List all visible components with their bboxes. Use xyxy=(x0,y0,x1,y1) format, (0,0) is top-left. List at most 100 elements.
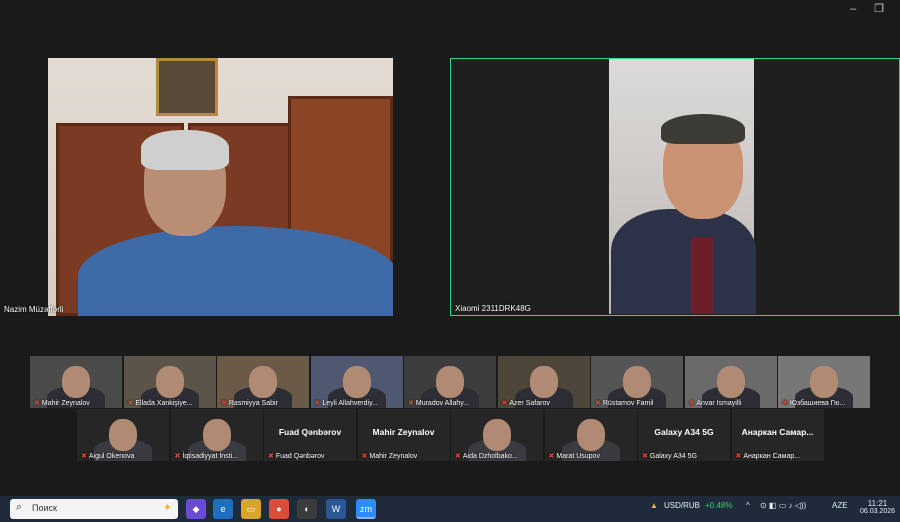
participant-tile[interactable]: ✖ Anvar Ismayilli xyxy=(684,356,777,408)
participant-tile[interactable]: ✖ Azer Safarov xyxy=(497,356,590,408)
participant-name-label: ✖ Aida Dzholbako... xyxy=(455,452,518,460)
participant-head xyxy=(436,366,464,398)
participant-head xyxy=(483,419,511,451)
participant-tile[interactable]: ✖ Mahir Zeynalov xyxy=(30,356,122,408)
participant-display-name: Fuad Qənbərov xyxy=(278,427,342,437)
chrome-icon[interactable]: ● xyxy=(269,499,289,519)
participant-tile[interactable]: Mahir Zeynalov ✖ Mahir Zeynalov xyxy=(357,409,450,461)
participant-name-label: ✖ Muradov Allahy... xyxy=(408,399,469,407)
zoom-meeting-window: – ❐ Nazim Müzəffərli Xiaomi 2311DRK48G ✖… xyxy=(0,0,900,496)
word-icon[interactable]: W xyxy=(326,499,346,519)
participant-tile[interactable]: ✖ Юзбашиева Гю... xyxy=(778,356,870,408)
edge-icon[interactable]: e xyxy=(213,499,233,519)
app-icon[interactable]: ◐ xyxy=(297,499,317,519)
participant-name: Mahir Zeynalov xyxy=(41,400,90,407)
participant-name: Aida Dzholbako... xyxy=(462,453,518,460)
mic-muted-icon: ✖ xyxy=(221,400,227,407)
participant-head xyxy=(109,419,137,451)
speaker-video-2[interactable]: Xiaomi 2311DRK48G xyxy=(450,58,900,316)
participant-name-label: ✖ Azer Safarov xyxy=(502,399,550,407)
minimize-icon[interactable]: – xyxy=(846,2,860,16)
participant-name: Marat Usupov xyxy=(556,453,600,460)
windows-taskbar: ⌕ Поиск ✦ ◆ e ▭ ● ◐ W zm ▲ USD/RUB +0.48… xyxy=(0,496,900,522)
title-bar: – ❐ xyxy=(0,0,900,18)
participant-name: Анаркан Самар... xyxy=(743,453,801,460)
taskbar-search[interactable]: ⌕ Поиск ✦ xyxy=(10,499,178,519)
copilot-icon[interactable]: ◆ xyxy=(186,499,206,519)
ticker-change: +0.48% xyxy=(705,501,733,510)
participant-name-label: ✖ Анаркан Самар... xyxy=(736,452,801,460)
speaker-video-1[interactable] xyxy=(48,58,393,316)
mic-muted-icon: ✖ xyxy=(127,400,134,407)
mic-muted-icon: ✖ xyxy=(735,453,742,460)
mic-muted-icon: ✖ xyxy=(314,400,321,407)
participant-name: Muradov Allahy... xyxy=(415,400,470,407)
participant-name-label: ✖ Anvar Ismayilli xyxy=(689,399,742,407)
speaker-tie xyxy=(691,237,713,314)
participant-tile[interactable]: ✖ İqtisadiyyat İnsti... xyxy=(170,409,263,461)
mic-muted-icon: ✖ xyxy=(361,453,368,460)
mic-muted-icon: ✖ xyxy=(688,400,695,407)
participant-display-name: Mahir Zeynalov xyxy=(372,427,435,437)
chevron-up-icon[interactable]: ^ xyxy=(746,501,750,510)
participant-display-name: Анаркан Самар... xyxy=(741,427,814,437)
clock[interactable]: 11:21 06.03.2026 xyxy=(860,499,895,515)
participant-head xyxy=(623,366,651,398)
participant-tile[interactable]: ✖ Aida Dzholbako... xyxy=(451,409,543,461)
participant-name-label: ✖ Marat Usupov xyxy=(549,452,600,460)
participant-head xyxy=(62,366,90,398)
language-indicator[interactable]: AZE xyxy=(832,501,848,510)
participant-name-label: ✖ Galaxy A34 5G xyxy=(642,452,697,460)
participant-tile[interactable]: Fuad Qənbərov ✖ Fuad Qənbərov xyxy=(264,409,356,461)
copilot-sparkle-icon: ✦ xyxy=(162,502,172,514)
participant-tile[interactable]: ✖ Leyli Allahverdiy... xyxy=(310,356,403,408)
participant-tile[interactable]: ✖ Marat Usupov xyxy=(544,409,637,461)
mic-muted-icon: ✖ xyxy=(408,400,414,407)
speaker-hair xyxy=(661,114,745,144)
participant-name: Юзбашиева Гю... xyxy=(789,400,846,407)
participant-head xyxy=(202,419,231,451)
participant-tile[interactable]: ✖ Rasmiyya Sabir xyxy=(217,356,309,408)
participant-head xyxy=(249,366,277,398)
participant-name: Ellada Xankişiye... xyxy=(135,400,193,407)
mic-muted-icon: ✖ xyxy=(642,453,648,460)
zoom-icon[interactable]: zm xyxy=(356,499,376,519)
participant-name: Anvar Ismayilli xyxy=(696,400,742,407)
tray-icons[interactable]: ⊙ ◧ ▭ ♪ ◁)) xyxy=(760,501,806,510)
participant-name-label: ✖ Mahir Zeynalov xyxy=(362,452,418,460)
participant-name: Azer Safarov xyxy=(509,400,550,407)
participant-name-label: ✖ Mahir Zeynalov xyxy=(34,399,90,407)
participant-tile[interactable]: ✖ Muradov Allahy... xyxy=(404,356,496,408)
search-icon: ⌕ xyxy=(16,501,23,513)
participant-name-label: ✖ Rasmiyya Sabir xyxy=(221,399,278,407)
participant-head xyxy=(810,366,838,398)
participant-head xyxy=(155,366,184,398)
file-explorer-icon[interactable]: ▭ xyxy=(241,499,261,519)
participant-name: Galaxy A34 5G xyxy=(649,453,697,460)
participant-tile[interactable]: ✖ Ellada Xankişiye... xyxy=(123,356,216,408)
participant-name-label: ✖ Юзбашиева Гю... xyxy=(782,399,845,407)
participant-name-label: ✖ Aigul Okenova xyxy=(81,452,134,460)
search-input[interactable]: Поиск xyxy=(32,503,57,513)
participant-tile[interactable]: ✖ Rüstamov Famil xyxy=(591,356,683,408)
mic-muted-icon: ✖ xyxy=(34,400,40,407)
participant-tile[interactable]: Анаркан Самар... ✖ Анаркан Самар... xyxy=(731,409,824,461)
participant-name: Leyli Allahverdiy... xyxy=(322,400,378,407)
restore-icon[interactable]: ❐ xyxy=(872,2,886,16)
participant-name: Mahir Zeynalov xyxy=(369,453,418,460)
wall-portrait xyxy=(156,58,218,116)
participant-head xyxy=(716,366,745,398)
participant-head xyxy=(529,366,558,398)
participant-name: Rasmiyya Sabir xyxy=(228,400,278,407)
mic-muted-icon: ✖ xyxy=(174,453,181,460)
participant-name: Fuad Qənbərov xyxy=(275,453,325,460)
speaker-body xyxy=(611,209,756,314)
participant-name: Rüstamov Famil xyxy=(602,400,654,407)
ticker-label[interactable]: USD/RUB xyxy=(664,501,700,510)
participant-name-label: ✖ Leyli Allahverdiy... xyxy=(315,399,378,407)
participant-tile[interactable]: ✖ Aigul Okenova xyxy=(77,409,169,461)
participant-tile[interactable]: Galaxy A34 5G ✖ Galaxy A34 5G xyxy=(638,409,730,461)
participant-head xyxy=(342,366,371,398)
participant-display-name: Galaxy A34 5G xyxy=(654,427,714,437)
participant-name: Aigul Okenova xyxy=(88,453,135,460)
